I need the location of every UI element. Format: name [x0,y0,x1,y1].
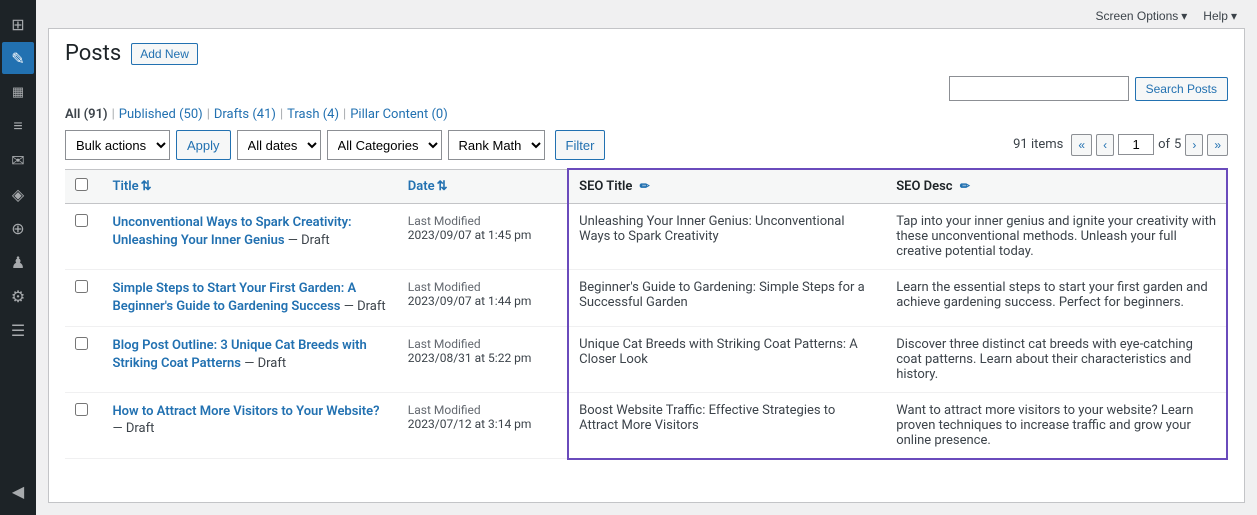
search-row: Search Posts [65,76,1228,101]
post-title-cell: Simple Steps to Start Your First Garden:… [102,269,397,326]
settings-icon[interactable]: ☰ [2,314,34,346]
bulk-actions-select[interactable]: Bulk actions [65,130,170,160]
comments-icon[interactable]: ✉ [2,144,34,176]
post-title-cell: Unconventional Ways to Spark Creativity:… [102,203,397,269]
topbar: Screen Options ▾ Help ▾ [36,0,1257,28]
post-seo-desc-cell: Discover three distinct cat breeds with … [886,326,1227,392]
post-seo-title-cell: Unleashing Your Inner Genius: Unconventi… [568,203,886,269]
post-title-link[interactable]: Simple Steps to Start Your First Garden:… [112,281,356,314]
categories-select[interactable]: All Categories [327,130,442,160]
title-header: Title ⇅ [102,169,397,203]
appearance-icon[interactable]: ◈ [2,178,34,210]
page-header: Posts Add New [65,41,1228,66]
post-seo-title-cell: Unique Cat Breeds with Striking Coat Pat… [568,326,886,392]
users-icon[interactable]: ♟ [2,246,34,278]
table-row: Unconventional Ways to Spark Creativity:… [65,203,1227,269]
last-page-button[interactable]: » [1207,134,1228,157]
post-title-link[interactable]: Blog Post Outline: 3 Unique Cat Breeds w… [112,338,366,371]
filter-drafts[interactable]: Drafts (41) [214,107,276,122]
media-icon[interactable]: ▦ [2,76,34,108]
filter-published[interactable]: Published (50) [119,107,203,122]
post-title-cell: Blog Post Outline: 3 Unique Cat Breeds w… [102,326,397,392]
first-page-button[interactable]: « [1071,134,1092,157]
search-posts-button[interactable]: Search Posts [1135,77,1228,101]
select-all-header [65,169,102,203]
post-seo-title-cell: Boost Website Traffic: Effective Strateg… [568,392,886,459]
title-sort-link[interactable]: Title ⇅ [112,179,151,194]
filter-pillar-content[interactable]: Pillar Content (0) [350,107,448,122]
post-seo-desc-cell: Tap into your inner genius and ignite yo… [886,203,1227,269]
post-seo-title-cell: Beginner's Guide to Gardening: Simple St… [568,269,886,326]
post-date-cell: Last Modified2023/09/07 at 1:44 pm [398,269,568,326]
posts-table: Title ⇅ Date ⇅ SEO Title ✏ [65,168,1228,460]
sort-icon: ⇅ [141,179,152,194]
date-header: Date ⇅ [398,169,568,203]
pagination: 91 items « ‹ of 5 › » [1013,134,1228,157]
apply-button[interactable]: Apply [176,130,231,160]
seo-title-edit-icon[interactable]: ✏ [640,179,650,193]
prev-page-button[interactable]: ‹ [1096,134,1114,157]
total-pages: 5 [1174,137,1181,152]
content-area: Posts Add New Search Posts All (91) | Pu… [48,28,1245,503]
filter-button[interactable]: Filter [555,130,606,160]
plugins-icon[interactable]: ⊕ [2,212,34,244]
seo-desc-edit-icon[interactable]: ✏ [960,179,970,193]
seo-title-header: SEO Title ✏ [568,169,886,203]
dates-select[interactable]: All dates [237,130,321,160]
post-seo-desc-cell: Want to attract more visitors to your we… [886,392,1227,459]
pages-icon[interactable]: ≡ [2,110,34,142]
sort-icon: ⇅ [437,179,448,194]
post-title-cell: How to Attract More Visitors to Your Web… [102,392,397,459]
filter-links: All (91) | Published (50) | Drafts (41) … [65,107,1228,122]
post-date-cell: Last Modified2023/08/31 at 5:22 pm [398,326,568,392]
sidebar: ⊞ ✎ ▦ ≡ ✉ ◈ ⊕ ♟ ⚙ ☰ ◀ [0,0,36,515]
chevron-down-icon: ▾ [1231,9,1237,23]
toolbar: Bulk actions Apply All dates All Categor… [65,130,1228,160]
table-row: How to Attract More Visitors to Your Web… [65,392,1227,459]
table-row: Blog Post Outline: 3 Unique Cat Breeds w… [65,326,1227,392]
post-date-cell: Last Modified2023/09/07 at 1:45 pm [398,203,568,269]
post-date-cell: Last Modified2023/07/12 at 3:14 pm [398,392,568,459]
date-sort-link[interactable]: Date ⇅ [408,179,448,194]
next-page-button[interactable]: › [1185,134,1203,157]
select-all-checkbox[interactable] [75,178,88,191]
screen-options-button[interactable]: Screen Options ▾ [1088,7,1196,25]
filter-all[interactable]: All (91) [65,107,108,122]
chevron-down-icon: ▾ [1181,9,1187,23]
help-button[interactable]: Help ▾ [1195,7,1245,25]
search-input[interactable] [949,76,1129,101]
tools-icon[interactable]: ⚙ [2,280,34,312]
collapse-icon[interactable]: ◀ [2,475,34,507]
items-count: 91 items [1013,137,1063,152]
row-checkbox[interactable] [75,403,88,416]
post-seo-desc-cell: Learn the essential steps to start your … [886,269,1227,326]
current-page-input[interactable] [1118,134,1154,155]
row-checkbox[interactable] [75,214,88,227]
row-checkbox[interactable] [75,337,88,350]
dashboard-icon[interactable]: ⊞ [2,8,34,40]
page-title: Posts [65,41,121,66]
posts-icon[interactable]: ✎ [2,42,34,74]
table-row: Simple Steps to Start Your First Garden:… [65,269,1227,326]
seo-desc-header: SEO Desc ✏ [886,169,1227,203]
filter-trash[interactable]: Trash (4) [287,107,339,122]
post-title-link[interactable]: How to Attract More Visitors to Your Web… [112,404,379,419]
main-content: Screen Options ▾ Help ▾ Posts Add New Se… [36,0,1257,515]
row-checkbox[interactable] [75,280,88,293]
rank-math-select[interactable]: Rank Math [448,130,545,160]
add-new-button[interactable]: Add New [131,43,198,65]
